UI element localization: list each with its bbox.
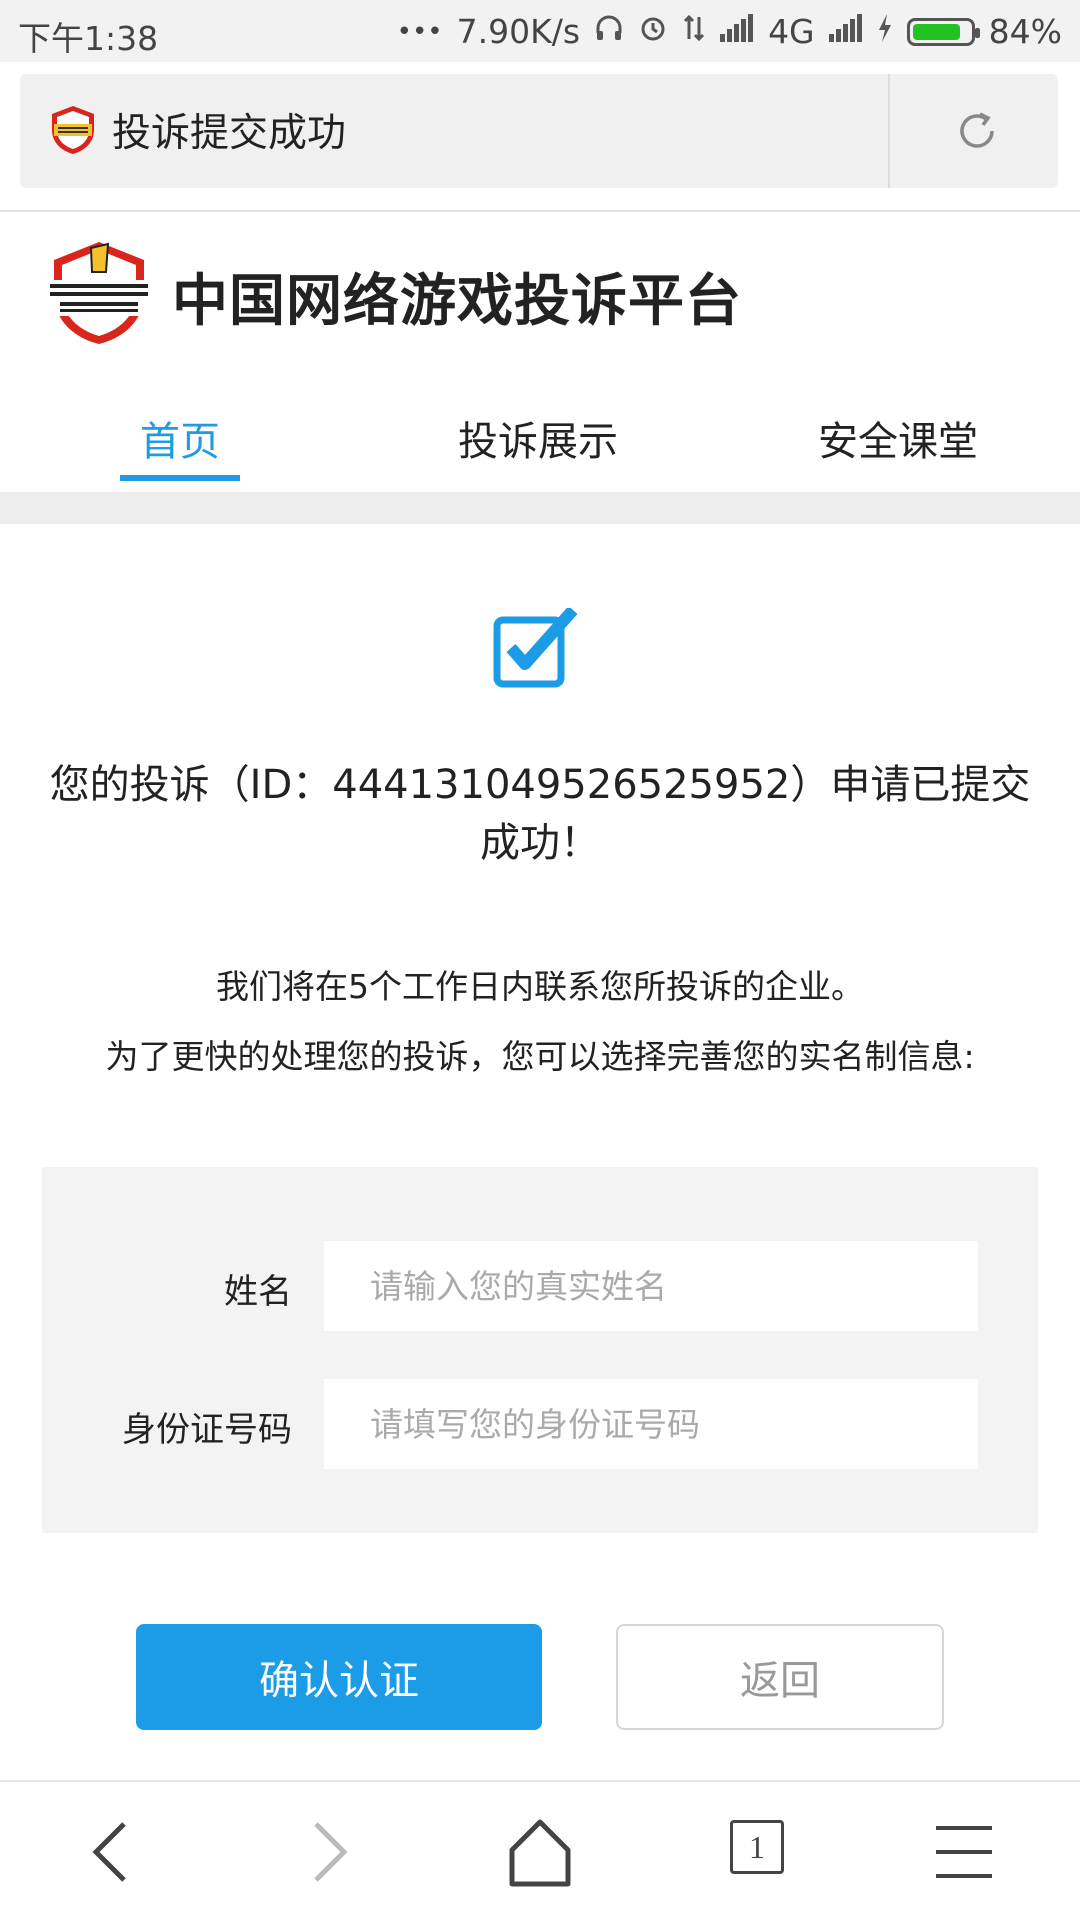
more-dots: ••• <box>396 16 443 47</box>
confirm-button[interactable]: 确认认证 <box>136 1624 542 1730</box>
nav-complaints[interactable]: 投诉展示 <box>458 409 618 467</box>
home-icon[interactable] <box>500 1812 580 1892</box>
alarm-icon <box>638 13 668 51</box>
nav-home[interactable]: 首页 <box>140 409 220 467</box>
back-button[interactable]: 返回 <box>616 1624 944 1730</box>
success-message: 您的投诉（ID：4441310495265259​52）申请已提交成功！ <box>40 756 1040 872</box>
nav-security[interactable]: 安全课堂 <box>818 409 978 467</box>
net-speed: 7.90K/s <box>456 12 581 51</box>
status-right: ••• 7.90K/s 4G 84% <box>397 12 1062 51</box>
id-label: 身份证号码 <box>122 1410 292 1450</box>
main-nav: 首页 投诉展示 安全课堂 <box>0 397 1080 492</box>
info-line-1: 我们将在5个工作日内联系您所投诉的企业。 <box>216 967 864 1006</box>
status-bar: 下午1:38 ••• 7.90K/s 4G 84% <box>0 0 1080 62</box>
site-title: 中国网络游戏投诉平台 <box>172 269 742 334</box>
name-label: 姓名 <box>224 1272 292 1312</box>
info-line-2: 为了更快的处理您的投诉，您可以选择完善您的实名制信息: <box>105 1037 975 1076</box>
success-message-text: 您的投诉（ID：4441310495265259​52）申请已提交成功！ <box>49 762 1031 866</box>
battery-percent: 84% <box>988 12 1062 51</box>
checkbox-checked-icon <box>493 608 578 688</box>
signal-icon <box>828 13 863 50</box>
site-header: 中国网络游戏投诉平台 首页 投诉展示 安全课堂 <box>0 212 1080 492</box>
charging-icon <box>877 13 893 51</box>
name-input[interactable] <box>324 1241 978 1331</box>
browser-address-bar: 投诉提交成功 <box>0 62 1080 212</box>
refresh-icon[interactable] <box>950 104 1004 158</box>
signal-icon <box>720 13 754 50</box>
tabs-icon[interactable]: 1 <box>722 1812 802 1892</box>
site-favicon <box>52 106 94 154</box>
battery-icon <box>906 17 980 46</box>
network-type: 4G <box>768 12 815 51</box>
site-logo[interactable] <box>46 238 152 348</box>
status-time: 下午1:38 <box>18 19 159 58</box>
back-arrow-icon[interactable] <box>74 1812 154 1892</box>
address-divider <box>888 74 890 188</box>
confirm-button-label: 确认认证 <box>259 1658 419 1704</box>
tab-count: 1 <box>730 1820 784 1874</box>
browser-toolbar: 1 <box>0 1780 1080 1922</box>
id-number-input[interactable] <box>324 1379 978 1469</box>
nav-active-indicator <box>120 475 240 481</box>
back-button-label: 返回 <box>740 1658 820 1704</box>
data-arrows-icon <box>682 13 706 51</box>
menu-icon[interactable] <box>924 1812 1004 1892</box>
address-field[interactable]: 投诉提交成功 <box>20 74 1058 188</box>
realname-form: 姓名 身份证号码 <box>42 1167 1038 1533</box>
headphones-icon <box>594 13 624 51</box>
section-separator <box>0 492 1080 524</box>
page-title: 投诉提交成功 <box>112 111 347 156</box>
forward-arrow-icon[interactable] <box>286 1812 366 1892</box>
